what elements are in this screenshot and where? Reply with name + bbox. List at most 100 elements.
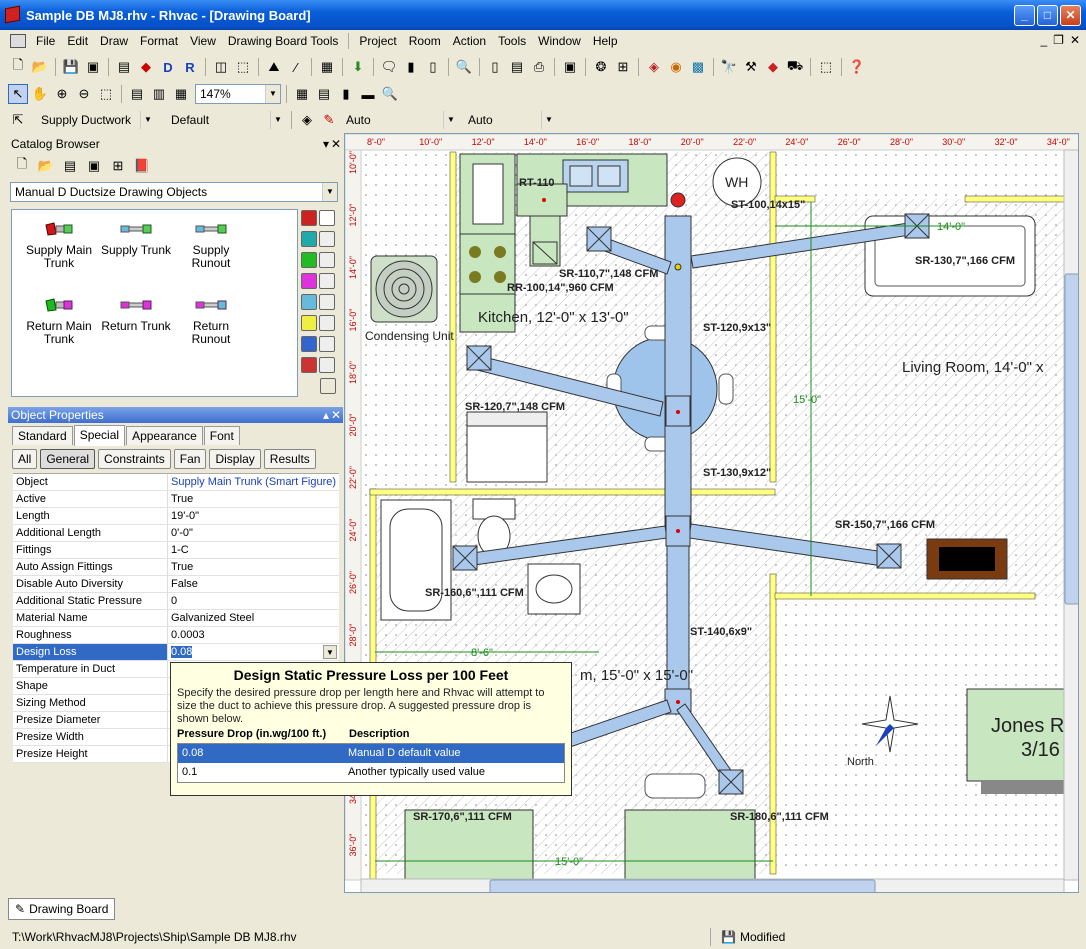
tab-appearance[interactable]: Appearance [126,426,203,445]
zoom-combo[interactable]: 147% ▼ [195,84,281,104]
mdi-close-button[interactable]: ✕ [1070,33,1080,47]
property-row[interactable]: Additional Static Pressure Loss0 [13,593,339,624]
menu-drawing-board-tools[interactable]: Drawing Board Tools [222,31,345,51]
r-icon[interactable]: R [180,57,200,77]
category-grid-icon[interactable] [319,315,335,331]
tree-icon[interactable]: ⊞ [613,57,633,77]
category-move-icon[interactable] [319,357,335,373]
property-value[interactable]: True [168,491,339,507]
find-icon[interactable]: 🔭 [719,57,739,77]
map-icon[interactable]: ▩ [688,57,708,77]
printer-icon[interactable]: ⎙ [529,57,549,77]
category-stair-icon[interactable] [319,294,335,310]
chevron-down-icon[interactable]: ▼ [140,111,155,129]
chevron-down-icon[interactable]: ▼ [443,111,458,129]
catalog-item-return-main-trunk[interactable]: Return Main Trunk [23,294,95,346]
subtab-results[interactable]: Results [263,449,316,469]
property-value[interactable]: 0 [168,593,339,609]
d-icon[interactable]: D [158,57,178,77]
calc-icon[interactable]: ▤ [114,57,134,77]
chevron-down-icon[interactable]: ▼ [270,111,285,129]
page-fit-icon[interactable]: ▤ [127,84,147,104]
category-wh-icon[interactable] [319,210,335,226]
tab-font[interactable]: Font [203,426,240,445]
property-value[interactable]: 19'-0" [168,508,339,524]
property-row[interactable]: Roughness 0.0003 [13,627,339,644]
property-row[interactable]: Material Name Galvanized Steel [13,610,339,627]
fit-icon[interactable]: ▦ [171,84,191,104]
menu-format[interactable]: Format [134,31,184,51]
bar-icon[interactable]: ▮ [336,84,356,104]
layer-combo[interactable]: Supply Ductwork ▼ [36,110,156,130]
category-green-icon[interactable] [301,252,317,268]
close-icon[interactable]: ✕ [331,407,341,423]
catalog-item-return-runout[interactable]: Return Runout [175,294,247,346]
menu-draw[interactable]: Draw [94,31,134,51]
category-cloud-icon[interactable] [301,294,317,310]
category-list-icon[interactable] [319,231,335,247]
minimize-button[interactable]: _ [1014,5,1035,26]
bus-icon[interactable]: ⛟ [785,57,805,77]
pin-icon[interactable]: ▾ [323,135,329,153]
pen-icon[interactable]: ✎ [319,110,339,130]
book-icon[interactable]: 📕 [132,156,152,176]
chevron-down-icon[interactable]: ▼ [322,183,337,201]
menu-view[interactable]: View [184,31,222,51]
subtab-general[interactable]: General [40,449,96,469]
chevron-down-icon[interactable]: ▼ [265,85,280,103]
grid-icon[interactable]: ▦ [292,84,312,104]
menu-help[interactable]: Help [587,31,624,51]
catalog-item-supply-main-trunk[interactable]: Supply Main Trunk [23,218,95,270]
property-row[interactable]: Object Supply Main Trunk (Smart Figure) [13,474,339,491]
inspect-icon[interactable]: 🔍 [380,84,400,104]
property-row[interactable]: Design Loss 0.08 ▼ [13,644,339,661]
duct-icon[interactable]: ◆ [136,57,156,77]
chart-icon[interactable]: ▮ [401,57,421,77]
option-row[interactable]: 0.1 Another typically used value [178,763,564,782]
property-value[interactable]: False [168,576,339,592]
report-icon[interactable]: ▦ [317,57,337,77]
help-icon[interactable]: ❓ [847,57,867,77]
catalog-item-supply-trunk[interactable]: Supply Trunk [100,218,172,257]
tools-icon[interactable]: ⚒ [741,57,761,77]
image-icon[interactable]: ▣ [84,156,104,176]
zoom-out-icon[interactable]: ⊖ [74,84,94,104]
select-area-icon[interactable]: ⬚ [816,57,836,77]
catalog-item-supply-runout[interactable]: Supply Runout [175,218,247,270]
print-preview-icon[interactable]: ▤ [507,57,527,77]
network-icon[interactable]: ❂ [591,57,611,77]
category-t-icon[interactable] [301,231,317,247]
pan-icon[interactable]: ✋ [30,84,50,104]
menu-action[interactable]: Action [447,31,492,51]
tab-standard[interactable]: Standard [12,426,73,445]
equipment-icon[interactable]: ◈ [644,57,664,77]
close-icon[interactable]: ✕ [331,135,341,153]
chevron-down-icon[interactable]: ▼ [541,111,556,129]
fill-icon[interactable]: ◈ [297,110,317,130]
comment-icon[interactable]: 🗨 [379,57,399,77]
pointer-icon[interactable]: ↖ [8,84,28,104]
pin-icon[interactable]: ▴ [323,407,329,423]
furnace-icon[interactable]: ◉ [666,57,686,77]
open-icon[interactable]: 📂 [36,156,56,176]
style-combo[interactable]: Default ▼ [166,110,286,130]
vertical-scroll-thumb[interactable] [1064,273,1079,605]
dbr-icon[interactable]: ⁄ [286,57,306,77]
box-icon[interactable]: ⬚ [233,57,253,77]
save-all-icon[interactable]: ▣ [83,57,103,77]
property-row[interactable]: Auto Assign Fittings True [13,559,339,576]
mdi-restore-button[interactable]: ❐ [1053,33,1064,47]
menu-room[interactable]: Room [403,31,447,51]
notes-icon[interactable]: ▯ [423,57,443,77]
property-value[interactable]: Galvanized Steel [168,610,339,626]
design-loss-input[interactable]: 0.08 [171,646,193,658]
property-row[interactable]: Fittings 1-C [13,542,339,559]
property-value[interactable]: Supply Main Trunk (Smart Figure) [168,474,339,490]
chart-icon[interactable]: ▬ [358,84,378,104]
import-icon[interactable]: ⬇ [348,57,368,77]
property-value[interactable]: 1-C [168,542,339,558]
line-color-combo[interactable]: Auto ▼ [341,110,459,130]
category-w-icon[interactable] [301,210,317,226]
preview-icon[interactable]: 🔍 [454,57,474,77]
table-icon[interactable]: ▤ [314,84,334,104]
